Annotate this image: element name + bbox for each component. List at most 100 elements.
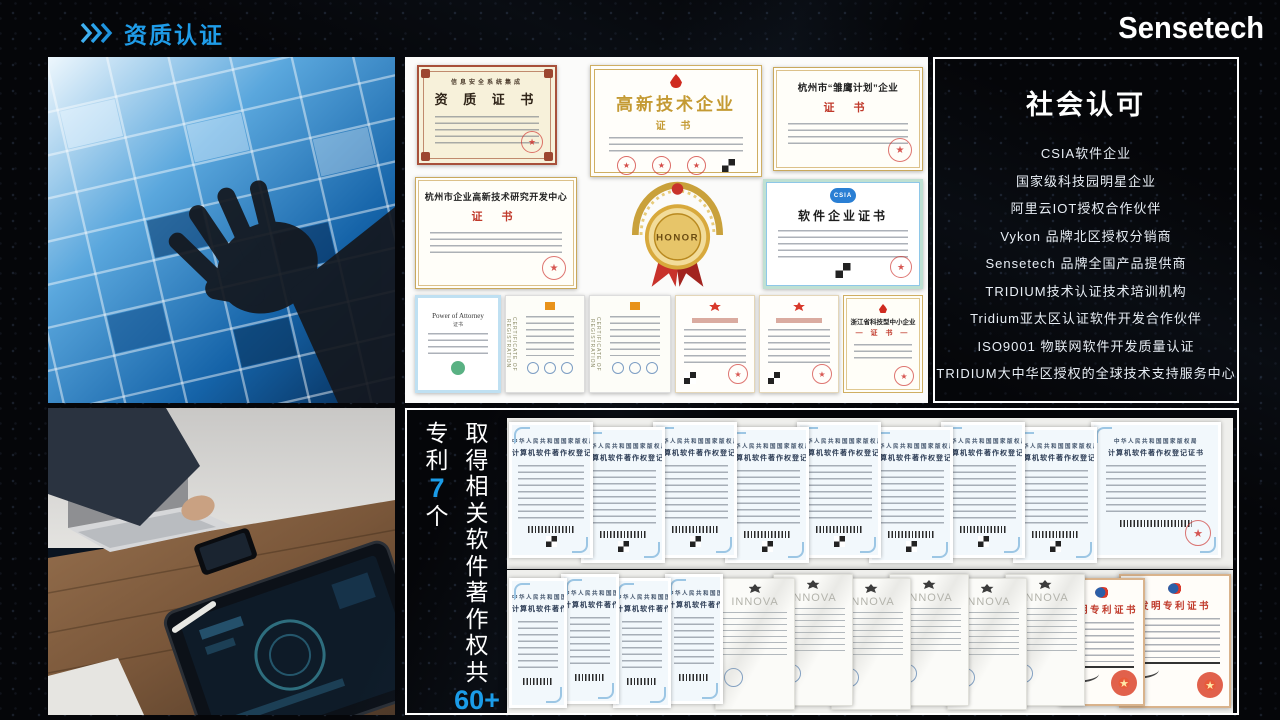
registrar-mark-icon: [630, 302, 640, 310]
cert-title: 高新技术企业: [591, 90, 761, 115]
accreditation-seals: [520, 362, 580, 374]
touchscreen-image: [48, 57, 395, 403]
cert-side-text: CERTIFICATE OF REGISTRATION: [508, 300, 517, 388]
crest-icon: [923, 580, 936, 589]
text-lines: [430, 232, 562, 258]
cert-subtitle: 证 书: [416, 208, 576, 224]
triple-chevron-icon: [80, 22, 114, 44]
crest-icon: [1039, 580, 1052, 589]
crest-icon: [749, 584, 762, 593]
barcode: [744, 531, 789, 538]
medal-label: HONOR: [656, 233, 699, 244]
cert-title: 杭州市企业高新技术研究开发中心: [416, 190, 576, 203]
header: 资质认证 Sensetech: [0, 0, 1280, 56]
copyright-certificate: 中华人民共和国国家版权局计算机软件著作权登记证书★: [581, 427, 665, 563]
copyright-certificate-wide: 中华人民共和国国家版权局计算机软件著作权登记证书★: [1091, 422, 1221, 558]
cert-license-1: ★: [675, 295, 755, 393]
cert-power-of-attorney: Power of Attorney 证书: [415, 295, 501, 393]
copyright-certificate: 中华人民共和国国家版权局计算机软件著作权登记证书★: [941, 422, 1025, 558]
social-recognition-panel: 社会认可 CSIA软件企业 国家级科技园明星企业 阿里云IOT授权合作伙伴 Vy…: [933, 57, 1239, 403]
copyright-certificate: 中华人民共和国国家版权局计算机软件著作权登记证书★: [509, 422, 593, 558]
cert-software-enterprise: CSIA 软件企业证书 ★: [763, 179, 923, 289]
list-item: Sensetech 品牌全国产品提供商: [935, 250, 1237, 278]
photo-touchscreen: [48, 57, 395, 403]
cert-side-text: CERTIFICATE OF REGISTRATION: [592, 300, 601, 388]
text-lines: [428, 333, 488, 355]
section-header: 资质认证: [80, 16, 224, 50]
certificates-panel: 信息安全系统集成 资 质 证 书 ★ 高新技术企业 证 书 ★ ★ ★ 杭州市“…: [405, 57, 928, 403]
cert-registration-1: CERTIFICATE OF REGISTRATION: [505, 295, 585, 393]
accreditation-seals: [604, 362, 666, 374]
vertical-text: 个: [426, 503, 449, 530]
barcode: [523, 678, 553, 685]
cert-high-tech-enterprise: 高新技术企业 证 书 ★ ★ ★: [590, 65, 762, 177]
copyright-certificate: 中华人民共和国国家版权局计算机软件著作权登记证书★: [1013, 427, 1097, 563]
red-seal-icon: ★: [542, 256, 566, 280]
qr-code: [690, 536, 701, 547]
national-emblem-icon: [792, 302, 806, 314]
blue-seal-icon: [724, 668, 743, 687]
qr-code: [1050, 541, 1061, 552]
cert-title: 浙江省科技型中小企业: [844, 316, 922, 326]
list-item: CSIA软件企业: [935, 140, 1237, 168]
text-lines: [768, 329, 830, 363]
crest-icon: [981, 584, 994, 593]
qr-code: [618, 541, 629, 552]
recognition-list: CSIA软件企业 国家级科技园明星企业 阿里云IOT授权合作伙伴 Vykon 品…: [935, 140, 1237, 388]
qr-code: [684, 372, 696, 384]
red-seal-icon: ★: [888, 138, 912, 162]
red-seal-icon: ★: [728, 364, 748, 384]
copyright-cert-strip: 中华人民共和国国家版权局计算机软件著作权登记证书★ 中华人民共和国国家版权局计算…: [507, 418, 1233, 569]
cert-title-bar: [776, 318, 822, 323]
innovation-patent-certificate: INNOVA: [715, 578, 795, 710]
red-seal-icon: ★: [687, 156, 706, 175]
copyright-certificate: 中华人民共和国国家版权局计算机软件著作权登记证书★: [869, 427, 953, 563]
list-item: TRIDIUM技术认证技术培训机构: [935, 278, 1237, 306]
cert-header: 信息安全系统集成: [419, 77, 555, 86]
honor-medal: HONOR: [620, 175, 735, 293]
barcode: [600, 531, 645, 538]
text-lines: [778, 230, 908, 260]
text-lines: [609, 137, 743, 153]
list-item: Tridium亚太区认证软件开发合作伙伴: [935, 305, 1237, 333]
red-emblem-seal-icon: ★: [1197, 672, 1223, 698]
barcode: [528, 526, 573, 533]
vertical-text: 取得相关软件著作权共: [466, 420, 489, 685]
red-emblem-seal-icon: ★: [1111, 670, 1137, 696]
crest-icon: [807, 580, 820, 589]
list-item: 阿里云IOT授权合作伙伴: [935, 195, 1237, 223]
list-item: Vykon 品牌北区授权分销商: [935, 223, 1237, 251]
copyright-certificate: 中华人民共和国国家版权局计算机软件著作权登记证书★: [725, 427, 809, 563]
qr-code: [978, 536, 989, 547]
registrar-mark-icon: [545, 302, 555, 310]
qr-code: [762, 541, 773, 552]
text-lines: [684, 329, 746, 363]
cert-title-bar: [692, 318, 738, 323]
cert-title: 资 质 证 书: [419, 89, 555, 108]
red-seal-icon: ★: [894, 366, 914, 386]
cert-subtitle: 证 书: [591, 117, 761, 132]
copyright-certificate: 中华人民共和国国家版权局计算机软件著作权登记证书★: [797, 422, 881, 558]
red-seal-icon: ★: [1185, 520, 1211, 546]
barcode: [679, 674, 709, 681]
qr-code: [834, 536, 845, 547]
cert-title: 软件企业证书: [766, 207, 920, 224]
photo-workspace: [48, 408, 395, 715]
red-seal-icon: ★: [812, 364, 832, 384]
national-emblem-icon: [708, 302, 722, 314]
cert-subtitle: — 证 书 —: [844, 328, 922, 338]
cert-rd-center: 杭州市企业高新技术研究开发中心 证 书 ★: [415, 177, 577, 289]
vertical-text: 专利: [426, 420, 449, 473]
barcode: [1032, 531, 1077, 538]
red-seal-icon: ★: [521, 131, 543, 153]
qr-code: [906, 541, 917, 552]
cert-title: Power of Attorney: [418, 312, 498, 320]
cnipa-logo-icon: [1095, 587, 1110, 598]
list-item: TRIDIUM大中华区授权的全球技术支持服务中心: [935, 360, 1237, 388]
text-lines: [526, 316, 574, 356]
barcode: [888, 531, 933, 538]
flame-icon: [670, 74, 682, 88]
cert-zhejiang-sme: 浙江省科技型中小企业 — 证 书 — ★: [843, 295, 923, 393]
qr-code: [836, 263, 851, 278]
patent-count: 7: [429, 473, 444, 503]
